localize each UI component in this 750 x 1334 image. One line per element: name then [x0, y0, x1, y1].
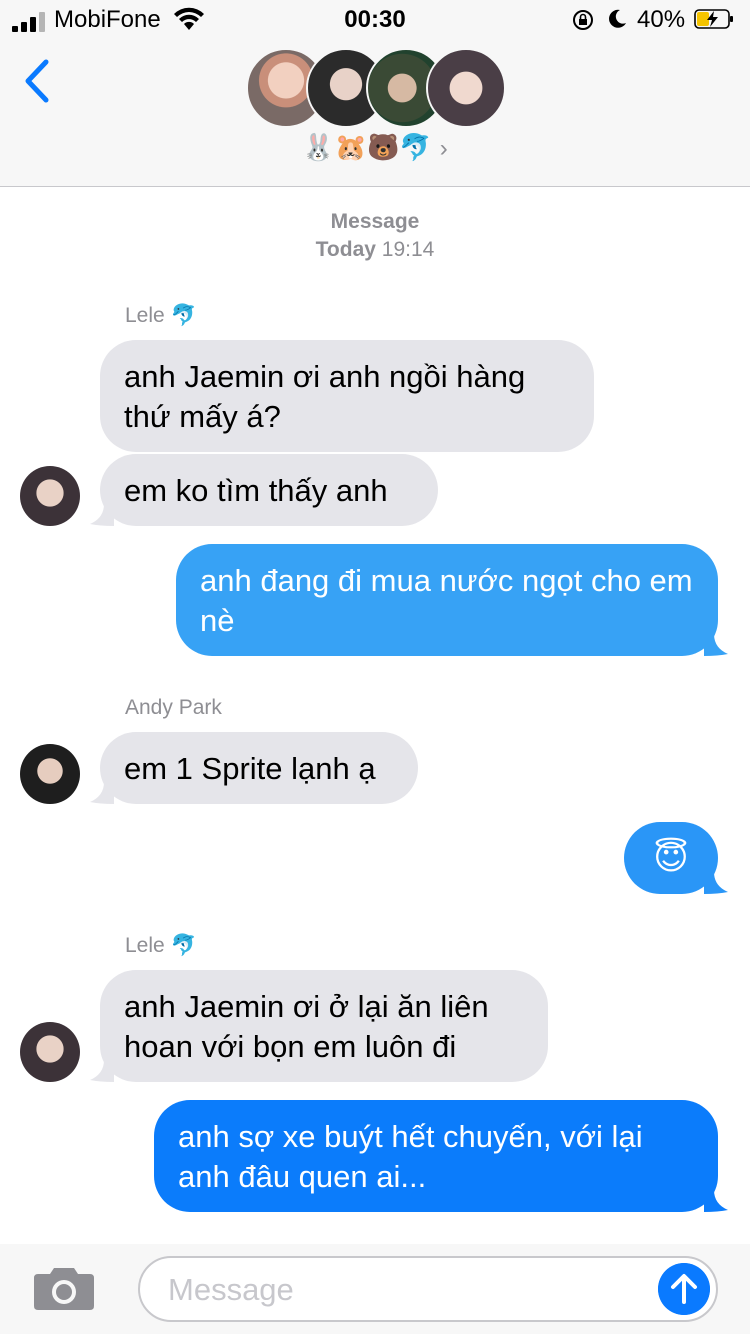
outgoing-message[interactable]: anh sợ xe buýt hết chuyến, với lại anh đ… — [154, 1100, 718, 1212]
timestamp-label: Message — [330, 210, 420, 233]
timestamp-day: Today — [315, 238, 376, 261]
group-name[interactable]: 🐰🐹🐻🐬 › — [0, 132, 750, 163]
avatar[interactable] — [20, 744, 80, 804]
arrow-up-icon[interactable] — [658, 1263, 710, 1315]
group-name-label: 🐰🐹🐻🐬 — [302, 132, 432, 162]
incoming-message[interactable]: anh Jaemin ơi ở lại ăn liên hoan với bọn… — [100, 970, 548, 1082]
avatar[interactable] — [20, 1022, 80, 1082]
battery-percent: 40% — [637, 6, 686, 33]
bubble-tail — [704, 634, 728, 656]
incoming-message[interactable]: em ko tìm thấy anh — [100, 454, 438, 526]
incoming-message[interactable]: anh Jaemin ơi anh ngồi hàng thứ mấy á? — [100, 340, 594, 452]
message-composer: Message — [0, 1244, 750, 1334]
group-avatars[interactable] — [246, 48, 506, 130]
avatar — [426, 48, 506, 128]
bubble-tail — [704, 872, 728, 894]
sender-name: Andy Park — [125, 696, 222, 719]
incoming-message[interactable]: em 1 Sprite lạnh ạ — [100, 732, 418, 804]
bubble-tail — [704, 1190, 728, 1212]
orientation-lock-icon — [573, 10, 593, 30]
outgoing-message[interactable]: anh đang đi mua nước ngọt cho em nè — [176, 544, 718, 656]
message-input[interactable]: Message — [138, 1256, 718, 1322]
chevron-left-icon[interactable] — [22, 58, 52, 104]
timestamp-time: 19:14 — [381, 238, 435, 261]
conversation-header: 🐰🐹🐻🐬 › — [0, 40, 750, 187]
avatar[interactable] — [20, 466, 80, 526]
status-bar: MobiFone 00:30 40% — [0, 0, 750, 40]
sender-name: Lele 🐬 — [125, 934, 197, 957]
camera-icon[interactable] — [32, 1264, 96, 1312]
chevron-right-icon: › — [439, 135, 448, 162]
sender-name: Lele 🐬 — [125, 304, 197, 327]
thread-timestamp: Message Today 19:14 — [0, 208, 750, 264]
battery-charging-icon — [694, 9, 733, 29]
message-placeholder: Message — [168, 1272, 294, 1307]
moon-icon — [609, 9, 626, 28]
